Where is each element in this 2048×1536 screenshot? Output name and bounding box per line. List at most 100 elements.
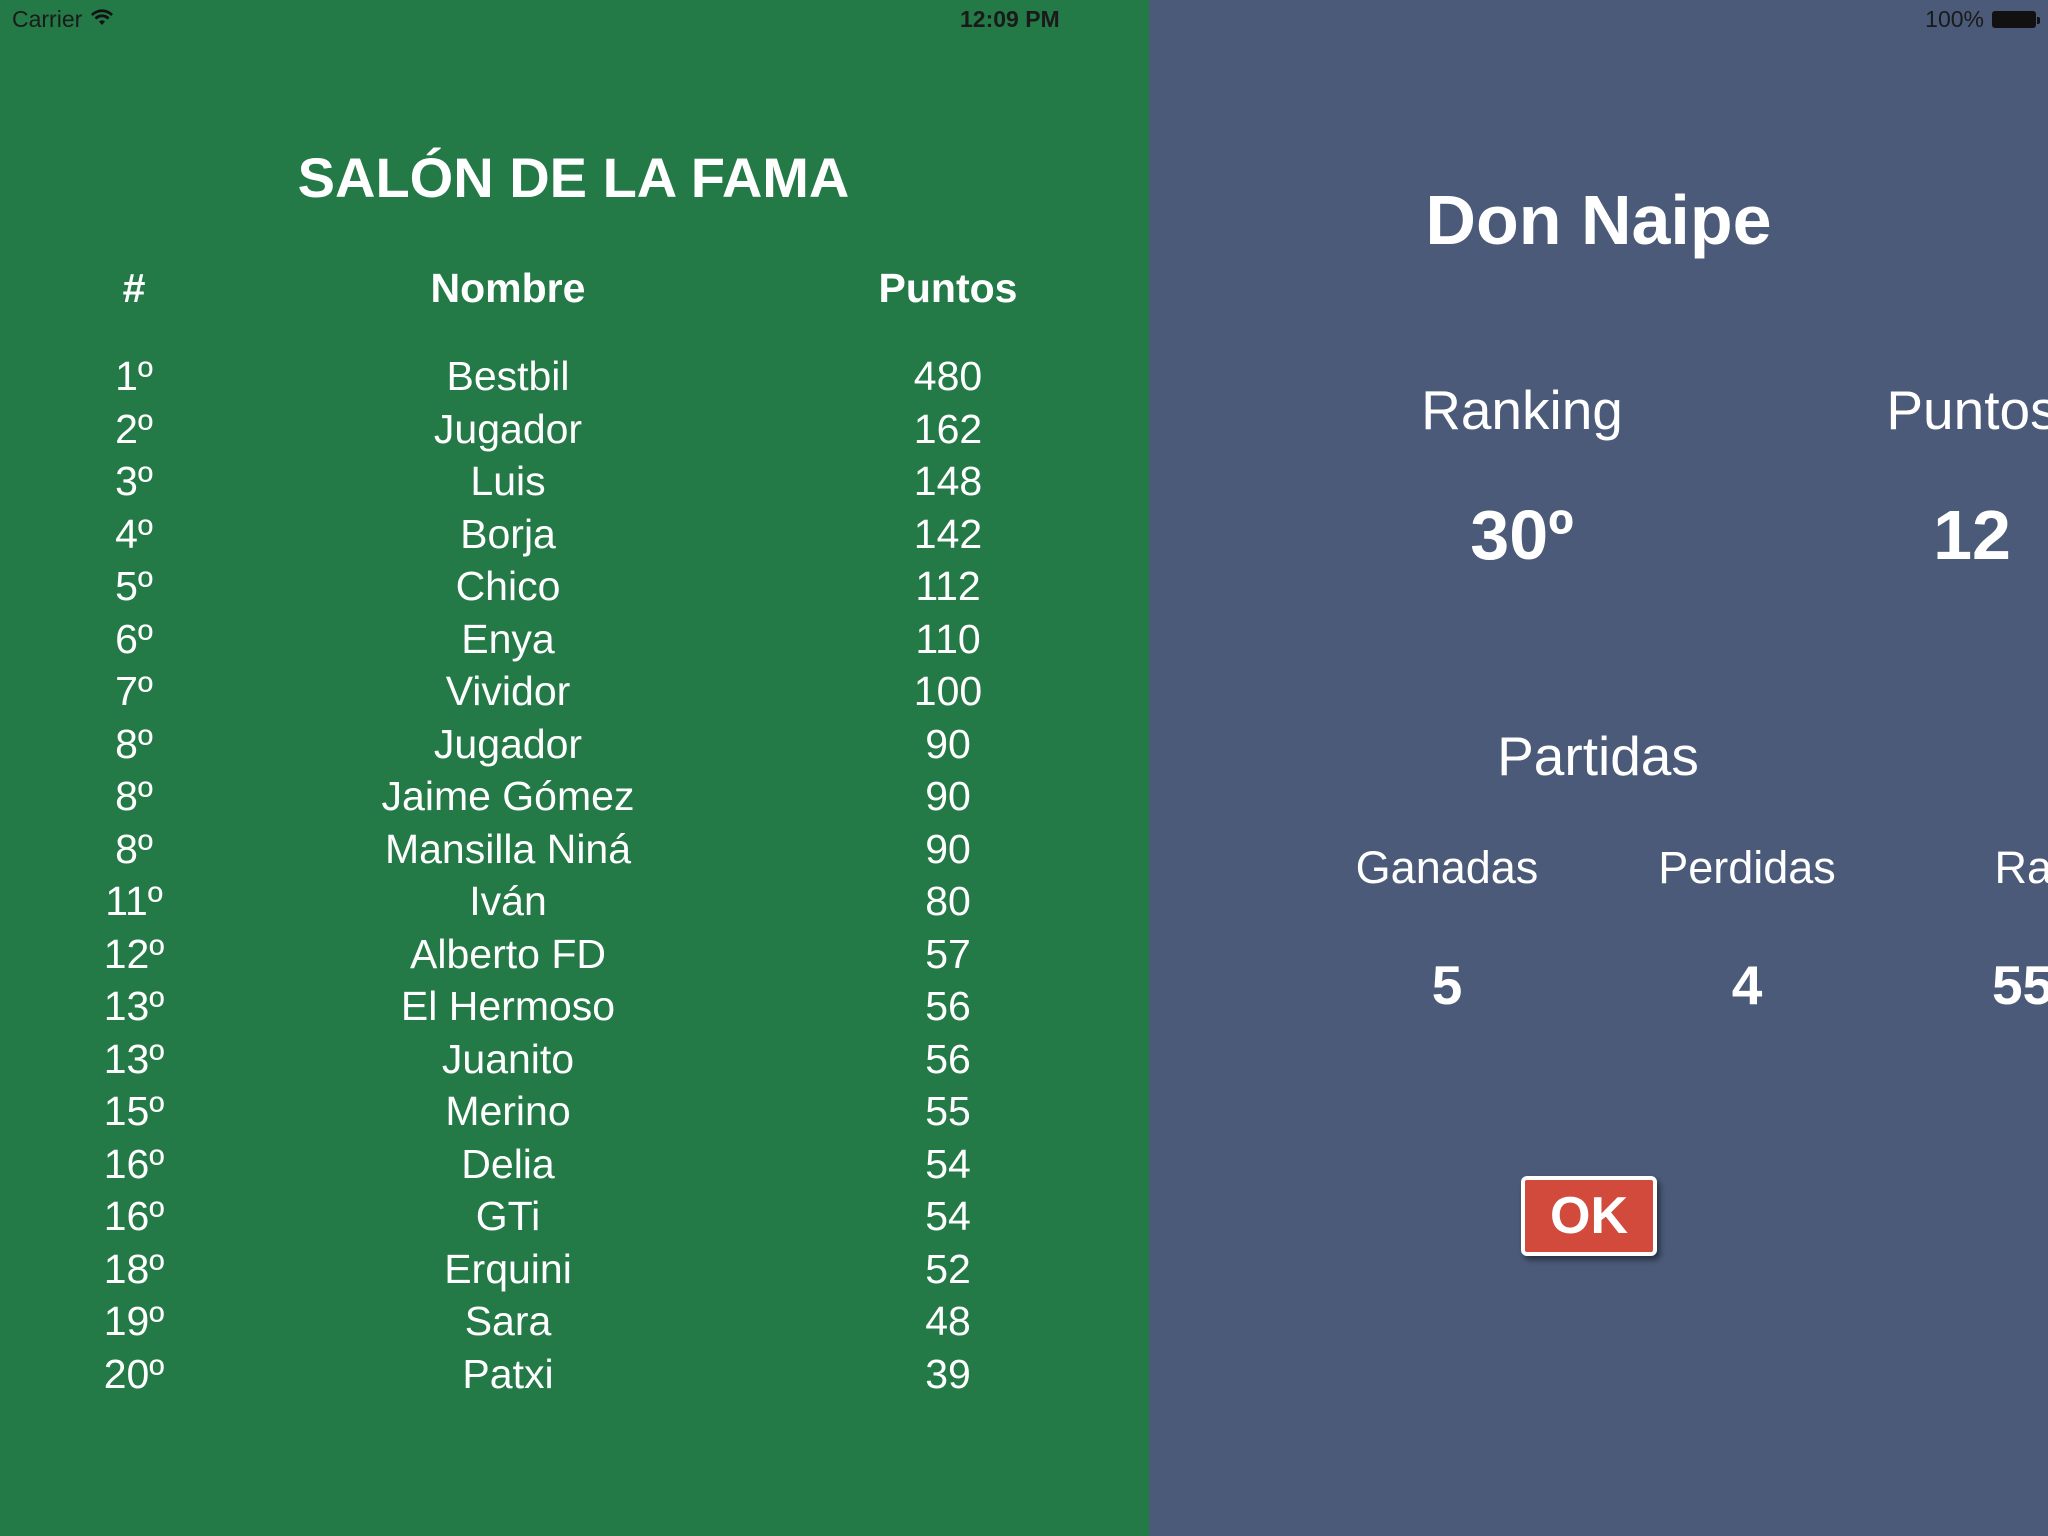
table-row: 16º GTi 54 xyxy=(0,1190,1149,1243)
points-cell: 39 xyxy=(925,1350,971,1397)
points-cell: 110 xyxy=(915,615,981,662)
lost-value: 4 xyxy=(1731,954,1763,1016)
name-cell: Erquini xyxy=(444,1245,572,1292)
lost-label: Perdidas xyxy=(1658,842,1836,893)
name-cell: Juanito xyxy=(441,1035,575,1082)
name-cell: Jugador xyxy=(433,720,583,767)
name-cell: Chico xyxy=(455,563,561,609)
name-cell: Enya xyxy=(461,615,555,662)
rank-cell: 3º xyxy=(115,458,153,504)
table-row: 8º Jaime Gómez 90 xyxy=(0,770,1149,823)
points-cell: 54 xyxy=(925,1193,971,1239)
ranking-value: 30º xyxy=(1470,496,1574,574)
ratio-label: Ratio xyxy=(1994,842,2048,893)
rank-cell: 12º xyxy=(103,930,165,977)
games-label: Partidas xyxy=(1497,725,1699,787)
player-stats-panel: 100% Don Naipe Ranking Puntos 30º 12 Par… xyxy=(1149,0,2048,1536)
table-row: 8º Mansilla Niná 90 xyxy=(0,823,1149,876)
name-cell: Delia xyxy=(461,1140,555,1187)
ok-button[interactable]: OK xyxy=(1521,1176,1657,1256)
name-cell: Mansilla Niná xyxy=(384,825,632,872)
rank-cell: 1º xyxy=(115,353,153,399)
rank-cell: 7º xyxy=(115,668,153,714)
rank-cell: 18º xyxy=(103,1245,165,1292)
rank-cell: 2º xyxy=(115,405,153,452)
points-cell: 142 xyxy=(913,510,983,557)
table-row: 6º Enya 110 xyxy=(0,613,1149,666)
table-row: 20º Patxi 39 xyxy=(0,1348,1149,1401)
table-row: 18º Erquini 52 xyxy=(0,1243,1149,1296)
won-value: 5 xyxy=(1431,954,1463,1016)
name-cell: Bestbil xyxy=(446,353,570,399)
table-row: 5º Chico 112 xyxy=(0,560,1149,613)
points-cell: 90 xyxy=(925,825,971,872)
points-cell: 54 xyxy=(925,1140,971,1187)
name-cell: El Hermoso xyxy=(400,983,616,1029)
wifi-icon xyxy=(90,6,114,33)
name-cell: Sara xyxy=(464,1298,552,1344)
player-name: Don Naipe xyxy=(1425,181,1772,259)
rank-cell: 16º xyxy=(103,1193,165,1239)
name-cell: Iván xyxy=(469,878,547,924)
rank-cell: 5º xyxy=(115,563,153,609)
carrier-label: Carrier xyxy=(12,6,83,32)
rank-cell: 4º xyxy=(115,510,153,557)
rank-cell: 8º xyxy=(115,773,153,819)
points-cell: 90 xyxy=(925,720,971,767)
points-cell: 52 xyxy=(925,1245,971,1292)
points-cell: 100 xyxy=(913,668,983,714)
table-row: 2º Jugador 162 xyxy=(0,403,1149,456)
rank-cell: 13º xyxy=(103,983,165,1029)
name-cell: Jaime Gómez xyxy=(381,773,635,819)
battery-icon xyxy=(1992,11,2040,28)
points-cell: 148 xyxy=(913,458,983,504)
points-cell: 56 xyxy=(925,983,971,1029)
won-label: Ganadas xyxy=(1355,842,1539,893)
ranking-label: Ranking xyxy=(1421,379,1623,441)
rank-cell: 19º xyxy=(103,1298,165,1344)
points-cell: 112 xyxy=(915,563,981,609)
table-row: 19º Sara 48 xyxy=(0,1295,1149,1348)
points-cell: 90 xyxy=(925,773,971,819)
name-cell: Merino xyxy=(445,1088,571,1134)
points-cell: 57 xyxy=(925,930,971,977)
table-row: 1º Bestbil 480 xyxy=(0,350,1149,403)
points-cell: 55 xyxy=(925,1088,971,1134)
rank-cell: 20º xyxy=(103,1350,165,1397)
page-title: SALÓN DE LA FAMA xyxy=(0,145,1149,210)
table-row: 15º Merino 55 xyxy=(0,1085,1149,1138)
rank-cell: 8º xyxy=(115,720,153,767)
status-carrier: Carrier xyxy=(12,6,114,33)
points-cell: 480 xyxy=(913,353,983,399)
table-row: 7º Vividor 100 xyxy=(0,665,1149,718)
rank-cell: 15º xyxy=(103,1088,165,1134)
name-cell: Alberto FD xyxy=(410,930,606,977)
battery-percent: 100% xyxy=(1925,6,1984,32)
name-cell: GTi xyxy=(475,1193,541,1239)
table-row: 8º Jugador 90 xyxy=(0,718,1149,771)
rank-cell: 11º xyxy=(105,878,163,924)
name-cell: Borja xyxy=(460,510,556,557)
column-header-points: Puntos xyxy=(878,265,1018,311)
points-label: Puntos xyxy=(1886,379,2048,441)
status-time: 12:09 PM xyxy=(960,6,1060,32)
column-header-name: Nombre xyxy=(430,265,586,311)
name-cell: Vividor xyxy=(445,668,571,714)
ratio-value: 55% xyxy=(1991,954,2048,1016)
ranking-table: 1º Bestbil 480 2º Jugador 162 3º Luis 148 4º Borja… xyxy=(0,350,1149,1400)
hall-of-fame-panel: Carrier 12:09 PM SALÓN DE LA FAMA # Nomb… xyxy=(0,0,1149,1536)
column-header-rank: # xyxy=(122,265,146,311)
points-cell: 56 xyxy=(925,1035,971,1082)
points-cell: 80 xyxy=(925,878,971,924)
name-cell: Luis xyxy=(470,458,546,504)
rank-cell: 16º xyxy=(103,1140,165,1187)
table-row: 3º Luis 148 xyxy=(0,455,1149,508)
status-battery: 100% xyxy=(1925,6,2040,33)
rank-cell: 8º xyxy=(115,825,153,872)
table-row: 11º Iván 80 xyxy=(0,875,1149,928)
table-row: 12º Alberto FD 57 xyxy=(0,928,1149,981)
table-row: 4º Borja 142 xyxy=(0,508,1149,561)
points-cell: 48 xyxy=(925,1298,971,1344)
rank-cell: 13º xyxy=(103,1035,165,1082)
points-value: 12 xyxy=(1933,496,2011,574)
